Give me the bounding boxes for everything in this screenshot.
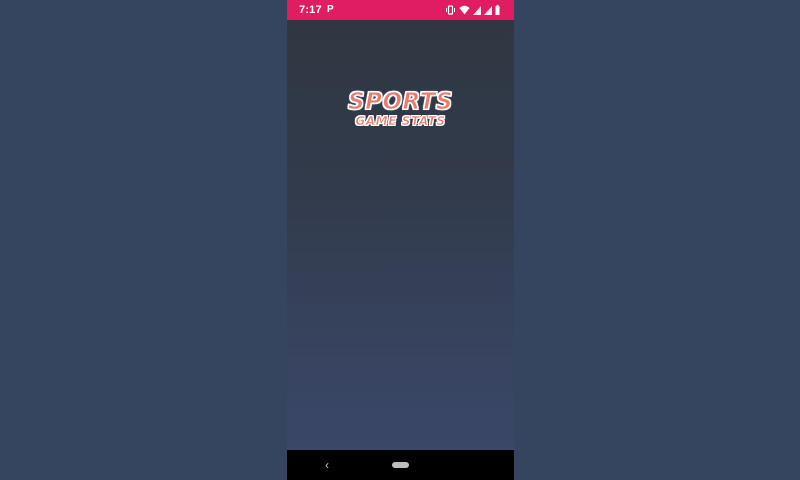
splash-screen: SPORTS GAME STATS [287, 20, 514, 450]
navigation-bar: ‹ [287, 450, 514, 480]
logo-title: SPORTS [348, 89, 453, 115]
status-icons [445, 4, 500, 16]
logo-subtitle: GAME STATS [355, 114, 446, 129]
notification-app-icon: P [327, 4, 334, 15]
vibrate-icon [445, 5, 456, 15]
home-pill-icon[interactable] [392, 462, 409, 468]
wifi-icon [459, 5, 470, 15]
back-icon[interactable]: ‹ [325, 458, 329, 472]
status-bar: 7:17 P [287, 0, 514, 20]
app-logo: SPORTS GAME STATS [287, 89, 514, 129]
signal-icon [484, 5, 492, 15]
status-time: 7:17 [299, 4, 322, 16]
phone-screen: 7:17 P SPORTS GAME STATS ‹ [287, 0, 514, 480]
battery-icon [495, 5, 500, 15]
signal-icon [473, 5, 481, 15]
